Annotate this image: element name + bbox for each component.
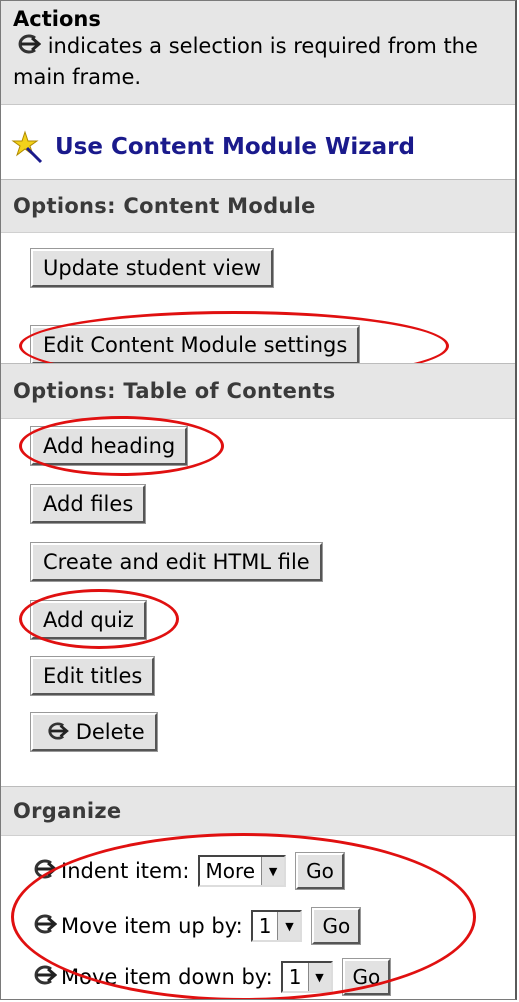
selection-required-icon	[43, 716, 69, 750]
move-up-label: Move item up by:	[61, 914, 243, 938]
create-edit-html-button[interactable]: Create and edit HTML file	[30, 542, 323, 582]
edit-content-module-settings-button[interactable]: Edit Content Module settings	[29, 325, 361, 365]
actions-title: Actions	[13, 7, 101, 31]
indent-item-select[interactable]: More ▼	[197, 855, 287, 887]
chevron-down-icon: ▼	[277, 912, 301, 940]
move-down-select[interactable]: 1 ▼	[280, 961, 333, 993]
wizard-link[interactable]: Use Content Module Wizard	[1, 119, 515, 175]
delete-button[interactable]: Delete	[30, 712, 158, 752]
wizard-label: Use Content Module Wizard	[55, 134, 415, 160]
move-up-row: Move item up by: 1 ▼ Go	[29, 906, 362, 946]
move-up-select[interactable]: 1 ▼	[250, 910, 303, 942]
selection-required-icon	[29, 965, 58, 990]
move-down-go-button[interactable]: Go	[341, 958, 392, 996]
selection-required-icon	[29, 859, 58, 884]
actions-panel: Actions indicates a selection is require…	[0, 0, 517, 1000]
chevron-down-icon: ▼	[261, 857, 285, 885]
add-heading-button[interactable]: Add heading	[29, 426, 189, 466]
toc-heading: Options: Table of Contents	[1, 363, 515, 419]
selection-required-icon	[29, 914, 58, 939]
update-student-view-button[interactable]: Update student view	[29, 248, 275, 288]
organize-heading: Organize	[1, 786, 515, 836]
indent-go-button[interactable]: Go	[295, 852, 345, 890]
move-down-row: Move item down by: 1 ▼ Go	[29, 957, 392, 997]
chevron-down-icon: ▼	[307, 963, 331, 991]
add-quiz-button[interactable]: Add quiz	[30, 600, 147, 640]
actions-note: indicates a selection is required from t…	[13, 32, 478, 89]
edit-titles-button[interactable]: Edit titles	[29, 656, 156, 696]
indent-item-label: Indent item:	[61, 859, 190, 883]
move-up-go-button[interactable]: Go	[311, 907, 362, 945]
content-module-heading: Options: Content Module	[1, 179, 515, 233]
wizard-icon	[11, 130, 45, 164]
actions-header: Actions indicates a selection is require…	[1, 1, 515, 105]
move-down-label: Move item down by:	[61, 965, 273, 989]
selection-required-icon	[13, 32, 42, 62]
add-files-button[interactable]: Add files	[29, 484, 147, 524]
indent-item-row: Indent item: More ▼ Go	[29, 851, 345, 891]
